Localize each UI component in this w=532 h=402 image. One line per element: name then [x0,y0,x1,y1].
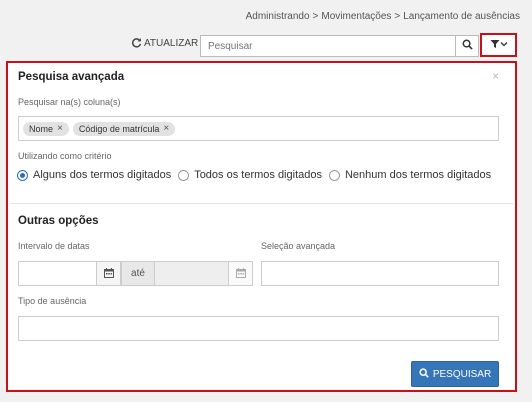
radio-none-terms[interactable]: Nenhum dos termos digitados [328,169,492,181]
date-end-input[interactable] [154,261,229,286]
filter-icon [490,39,500,52]
radio-unselected-icon [328,169,340,181]
advanced-search-panel: Pesquisa avançada × Pesquisar na(s) colu… [6,61,517,392]
section-divider [10,203,513,204]
radio-label: Nenhum dos termos digitados [344,169,492,181]
breadcrumb: Administrando > Movimentações > Lançamento d… [246,11,520,22]
columns-label: Pesquisar na(s) coluna(s) [18,97,121,107]
other-options-title: Outras opções [18,215,99,227]
radio-selected-icon [17,169,28,181]
tag-label: Nome [29,123,54,134]
advanced-selection-label: Seleção avançada [261,241,336,251]
breadcrumb-item-administrando[interactable]: Administrando [246,11,310,22]
radio-label: Todos os termos digitados [194,169,322,181]
radio-all-terms[interactable]: Todos os termos digitados [178,169,322,181]
refresh-label: ATUALIZAR [144,37,199,49]
calendar-icon [235,265,246,283]
close-icon[interactable]: × [492,69,499,83]
criteria-radio-group: Alguns dos termos digitados Todos os ter… [17,169,498,181]
absence-type-label: Tipo de ausência [18,296,87,306]
absence-type-input[interactable] [18,316,499,341]
tag-nome: Nome × [23,121,69,136]
breadcrumb-separator: > [394,11,401,22]
search-button[interactable] [455,35,479,57]
radio-some-terms[interactable]: Alguns dos termos digitados [17,169,171,181]
tag-label: Código de matrícula [78,123,160,134]
tag-codigo-matricula: Código de matrícula × [72,121,176,136]
search-input[interactable] [200,35,456,57]
calendar-end-button[interactable] [228,261,253,286]
columns-tag-input[interactable]: Nome × Código de matrícula × [18,116,499,141]
refresh-icon [131,37,142,49]
calendar-start-button[interactable] [96,261,121,286]
search-submit-button[interactable]: PESQUISAR [411,361,499,387]
date-range-label: Intervalo de datas [18,241,90,251]
chevron-down-icon [500,40,508,51]
breadcrumb-item-current: Lançamento de ausências [403,11,520,22]
date-start-input[interactable] [18,261,97,286]
breadcrumb-item-movimentacoes[interactable]: Movimentações [321,11,391,22]
search-icon [419,367,429,381]
calendar-icon [103,265,114,283]
criteria-label: Utilizando como critério [18,151,112,161]
search-submit-label: PESQUISAR [432,368,492,380]
search-icon [462,37,473,55]
date-range-separator: até [121,261,155,286]
breadcrumb-separator: > [312,11,319,22]
radio-unselected-icon [178,169,190,181]
tag-remove-icon[interactable]: × [57,124,63,134]
tag-remove-icon[interactable]: × [163,124,169,134]
advanced-selection-input[interactable] [261,261,499,286]
radio-label: Alguns dos termos digitados [33,169,172,181]
refresh-button[interactable]: ATUALIZAR [131,37,198,49]
panel-title: Pesquisa avançada [18,71,125,83]
advanced-filter-button[interactable] [480,33,517,57]
